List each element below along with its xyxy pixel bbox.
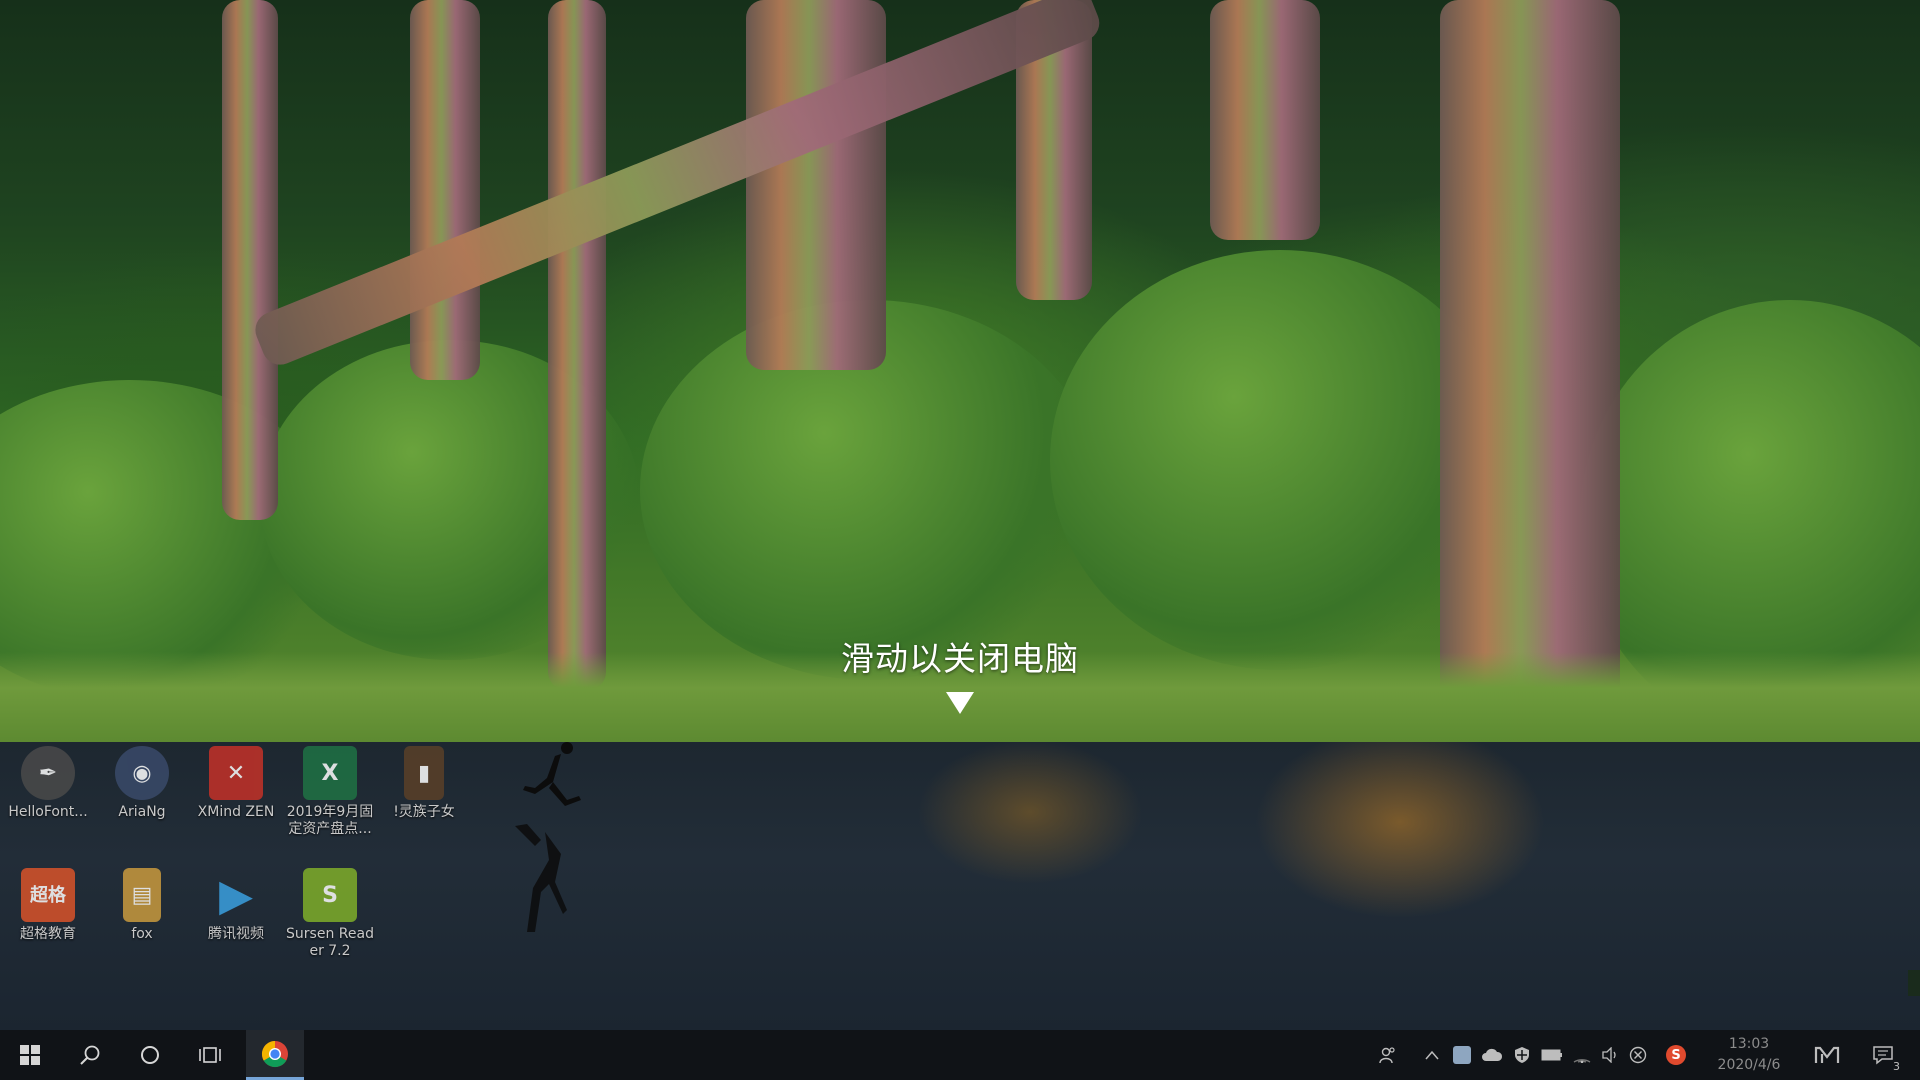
desktop-icon-chaoge[interactable]: 超格 超格教育: [0, 868, 96, 943]
desktop-icon-ariang[interactable]: ◉ AriaNg: [94, 746, 190, 821]
task-view-button[interactable]: [182, 1030, 238, 1080]
pen-nib-icon: ✒: [21, 746, 75, 800]
folder-icon: ▤: [123, 868, 161, 922]
desktop-icon-label: XMind ZEN: [197, 804, 275, 820]
start-button[interactable]: [2, 1030, 58, 1080]
chaoge-app-icon: 超格: [21, 868, 75, 922]
clock-time: 13:03: [1728, 1036, 1770, 1052]
search-button[interactable]: [62, 1030, 118, 1080]
slide-to-shutdown-panel[interactable]: 滑动以关闭电脑: [0, 0, 1920, 742]
onedrive-cloud-icon[interactable]: [1480, 1043, 1504, 1067]
tencent-video-icon: ▶: [219, 869, 253, 921]
tree-trunk: [1440, 0, 1620, 720]
desktop: ✒ HelloFont... ◉ AriaNg ✕ XMind ZEN X 20…: [0, 742, 1920, 1030]
action-center-button[interactable]: 3: [1868, 1043, 1900, 1073]
desktop-icon-hellofont[interactable]: ✒ HelloFont...: [0, 746, 96, 821]
tree-trunk: [746, 0, 886, 370]
task-view-icon: [199, 1047, 221, 1063]
notification-count: 3: [1893, 1060, 1900, 1073]
desktop-icon-sursen-reader[interactable]: S Sursen Reader 7.2: [282, 868, 378, 960]
people-icon[interactable]: [1376, 1043, 1400, 1067]
tree-trunk: [222, 0, 278, 520]
action-center-icon: [1873, 1046, 1893, 1065]
desktop-icon-book[interactable]: ▮ !灵族子女: [376, 746, 472, 821]
battery-icon[interactable]: [1540, 1043, 1564, 1067]
desktop-icon-label: 腾讯视频: [208, 926, 264, 942]
security-shield-icon[interactable]: [1510, 1043, 1534, 1067]
aria-mascot-icon: ◉: [115, 746, 169, 800]
desktop-icon-label: 超格教育: [20, 926, 76, 942]
desktop-icon-xmind[interactable]: ✕ XMind ZEN: [188, 746, 284, 821]
windows-logo-icon: [20, 1045, 40, 1065]
desktop-icon-label: 2019年9月固定资产盘点...: [286, 804, 374, 837]
sursen-reader-icon: S: [303, 868, 357, 922]
runner-silhouette: [515, 742, 581, 932]
desktop-icon-excel-file[interactable]: X 2019年9月固定资产盘点...: [282, 746, 378, 838]
tree-trunk: [410, 0, 480, 380]
desktop-icon-label: !灵族子女: [393, 804, 455, 820]
wifi-icon[interactable]: [1570, 1043, 1594, 1067]
triangle-down-icon: [946, 692, 974, 714]
desktop-icon-label: AriaNg: [118, 804, 166, 820]
search-icon: [80, 1045, 100, 1065]
taskbar: S 13:03 2020/4/6 3: [0, 1030, 1920, 1080]
desktop-icon-tencent-video[interactable]: ▶ 腾讯视频: [188, 868, 284, 943]
fallen-branch: [250, 0, 1105, 371]
cortana-button[interactable]: [122, 1030, 178, 1080]
blocked-icon[interactable]: [1626, 1043, 1650, 1067]
excel-file-icon: X: [303, 746, 357, 800]
desktop-icon-label: HelloFont...: [8, 804, 88, 820]
chevron-up-icon[interactable]: [1420, 1043, 1444, 1067]
shutdown-prompt-text: 滑动以关闭电脑: [841, 639, 1079, 678]
tree-trunk: [1210, 0, 1320, 240]
side-indicator: [1908, 970, 1920, 996]
desktop-icon-label: fox: [131, 926, 153, 942]
desktop-icon-label: Sursen Reader 7.2: [286, 926, 374, 959]
clock-date: 2020/4/6: [1717, 1057, 1781, 1073]
desktop-icon-fox-folder[interactable]: ▤ fox: [94, 868, 190, 943]
cortana-circle-icon: [141, 1046, 159, 1064]
sogou-ime-icon[interactable]: S: [1664, 1043, 1688, 1067]
clock[interactable]: 13:03 2020/4/6: [1700, 1034, 1798, 1076]
chrome-icon: [261, 1040, 288, 1067]
taskbar-app-chrome[interactable]: [246, 1030, 304, 1080]
app-tray-icon[interactable]: [1450, 1043, 1474, 1067]
xmind-icon: ✕: [209, 746, 263, 800]
screen: 滑动以关闭电脑 ✒ HelloFont... ◉ AriaNg ✕ XMind …: [0, 0, 1920, 1080]
ime-m-icon[interactable]: [1812, 1043, 1842, 1067]
tree-trunk: [548, 0, 606, 690]
book-icon: ▮: [404, 746, 444, 800]
volume-icon[interactable]: [1598, 1043, 1622, 1067]
